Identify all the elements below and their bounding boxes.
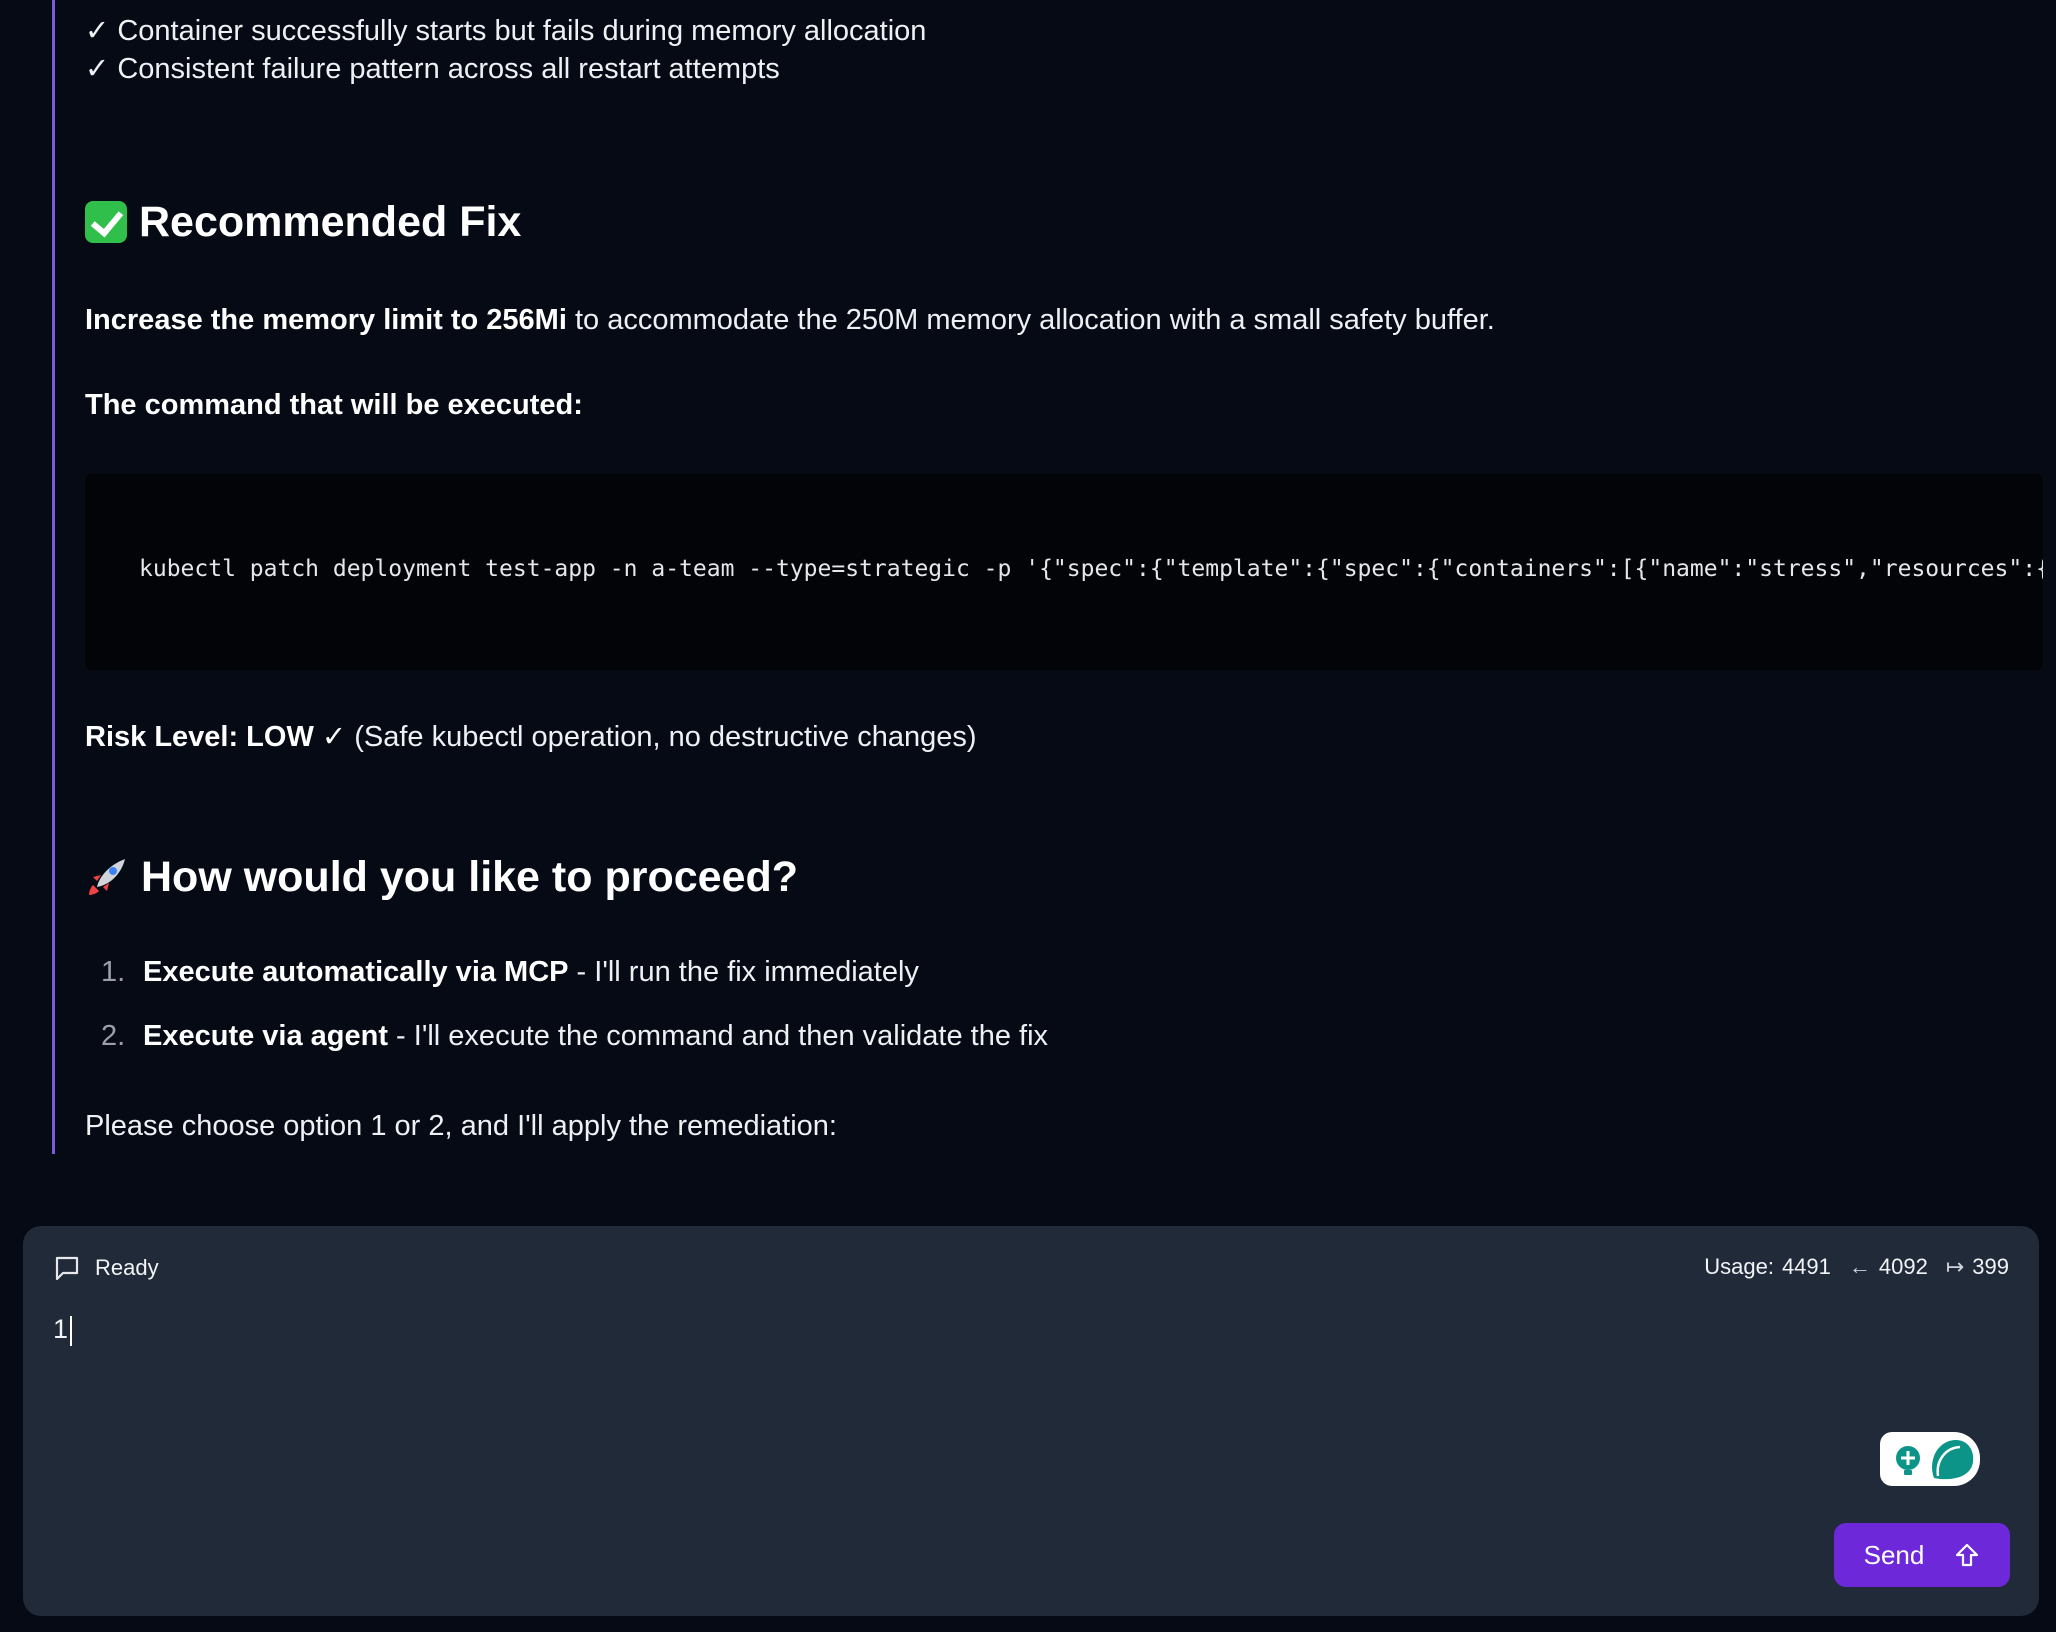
check-mark-icon: ✓ xyxy=(85,53,110,85)
arrow-right-bar-icon: ↦ xyxy=(1945,1254,1965,1279)
lightbulb-icon xyxy=(1896,1439,1974,1480)
chat-bubble-icon xyxy=(55,1256,79,1281)
usage-stats: Usage: 4491 ← 4092 ↦ 399 xyxy=(1696,1254,2009,1280)
command-label: The command that will be executed: xyxy=(85,389,583,421)
assistant-widget-toggle[interactable] xyxy=(1880,1432,1980,1486)
status-indicator: Ready xyxy=(53,1254,159,1282)
recommended-fix-heading: Recommended Fix xyxy=(85,196,521,248)
check-mark-icon: ✓ xyxy=(85,15,110,47)
arrow-left-icon: ← xyxy=(1848,1254,1871,1279)
closing-text: Please choose option 1 or 2, and I'll ap… xyxy=(85,1110,837,1142)
chat-page: ✓ Container successfully starts but fails… xyxy=(0,0,2056,1632)
usage-total: 4491 xyxy=(1781,1254,1831,1279)
check-mark-button-icon xyxy=(85,201,127,243)
status-text: Ready xyxy=(95,1255,159,1280)
check-item: ✓ Container successfully starts but fails… xyxy=(85,15,927,47)
send-button[interactable]: Send xyxy=(1834,1523,2010,1587)
text-cursor xyxy=(70,1315,73,1346)
assistant-message: ✓ Container successfully starts but fails… xyxy=(52,0,2056,1154)
check-item: ✓ Consistent failure pattern across all r… xyxy=(85,53,780,85)
fix-description: Increase the memory limit to 256Mi to ac… xyxy=(85,304,1495,336)
message-input[interactable]: 1 xyxy=(53,1314,73,1346)
arrow-up-icon xyxy=(1956,1543,1979,1567)
command-code-block[interactable]: kubectl patch deployment test-app -n a-t… xyxy=(85,474,2043,670)
usage-output-tokens: 399 xyxy=(1972,1254,2009,1279)
proceed-heading: How would you like to proceed? xyxy=(85,851,798,903)
rocket-icon xyxy=(89,859,125,895)
command-text: kubectl patch deployment test-app -n a-t… xyxy=(139,556,2043,582)
chat-composer: Ready Usage: 4491 ← 4092 ↦ 399 1 xyxy=(23,1226,2039,1616)
risk-level: Risk Level: LOW ✓ (Safe kubectl operatio… xyxy=(85,721,977,753)
usage-input-tokens: 4092 xyxy=(1878,1254,1928,1279)
usage-label: Usage: xyxy=(1704,1254,1774,1279)
